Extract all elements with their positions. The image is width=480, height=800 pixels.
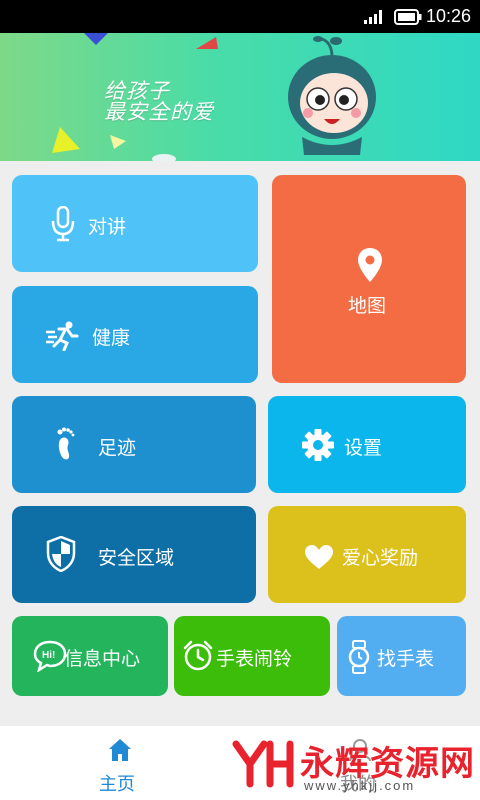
watch-alarm-label: 手表闹铃 <box>216 648 293 670</box>
find-watch-label: 找手表 <box>377 648 435 670</box>
slogan-line-2: 最安全的爱 <box>104 100 214 124</box>
footprint-icon <box>57 427 75 460</box>
home-icon <box>109 739 131 761</box>
bottom-nav: 主页 我的 永辉资源网 www.yhkjj.com <box>0 726 480 800</box>
microphone-icon <box>51 206 75 242</box>
intercom-tile[interactable]: 对讲 <box>12 175 258 272</box>
settings-label: 设置 <box>344 437 383 459</box>
decor-shape-icon <box>152 154 176 161</box>
message-center-tile[interactable]: Hi! 信息中心 <box>12 616 168 696</box>
alarm-clock-icon <box>183 640 213 671</box>
watch-icon <box>348 640 370 674</box>
banner-slogan: 给孩子 最安全的爱 <box>104 81 214 123</box>
battery-icon <box>394 9 422 25</box>
heart-icon <box>305 545 333 569</box>
watermark: 永辉资源网 www.yhkjj.com <box>232 734 474 794</box>
map-tile[interactable]: 地图 <box>272 175 466 383</box>
health-label: 健康 <box>92 327 131 349</box>
svg-text:Hi!: Hi! <box>42 650 55 661</box>
nav-home-tab[interactable]: 主页 <box>90 726 150 800</box>
signal-icon <box>364 10 382 24</box>
decor-triangle-icon <box>196 37 218 49</box>
nav-home-label: 主页 <box>99 774 135 795</box>
love-reward-tile[interactable]: 爱心奖励 <box>268 506 466 603</box>
chat-bubble-icon: Hi! <box>33 640 67 672</box>
intercom-label: 对讲 <box>88 216 127 238</box>
footprint-label: 足迹 <box>98 437 137 459</box>
decor-triangle-icon <box>110 135 126 149</box>
mascot-icon <box>288 36 376 155</box>
find-watch-tile[interactable]: 找手表 <box>337 616 466 696</box>
clock: 10:26 <box>426 6 472 26</box>
safe-zone-tile[interactable]: 安全区域 <box>12 506 256 603</box>
message-center-label: 信息中心 <box>64 648 141 670</box>
decor-triangle-icon <box>84 33 108 45</box>
runner-icon <box>46 321 79 351</box>
shield-icon <box>46 536 76 572</box>
love-reward-label: 爱心奖励 <box>342 547 419 569</box>
decor-triangle-icon <box>52 127 80 153</box>
gear-icon <box>302 429 334 461</box>
watermark-url: www.yhkjj.com <box>304 778 416 793</box>
slogan-line-1: 给孩子 <box>104 79 170 103</box>
watch-alarm-tile[interactable]: 手表闹铃 <box>174 616 330 696</box>
safe-zone-label: 安全区域 <box>98 547 175 569</box>
map-pin-icon <box>358 248 382 282</box>
promo-banner[interactable]: 给孩子 最安全的爱 1 2 3 <box>0 33 480 161</box>
footprint-tile[interactable]: 足迹 <box>12 396 256 493</box>
status-bar: 10:26 <box>0 0 480 33</box>
map-label: 地图 <box>348 295 387 317</box>
health-tile[interactable]: 健康 <box>12 286 258 383</box>
watermark-logo-icon <box>232 740 294 788</box>
settings-tile[interactable]: 设置 <box>268 396 466 493</box>
